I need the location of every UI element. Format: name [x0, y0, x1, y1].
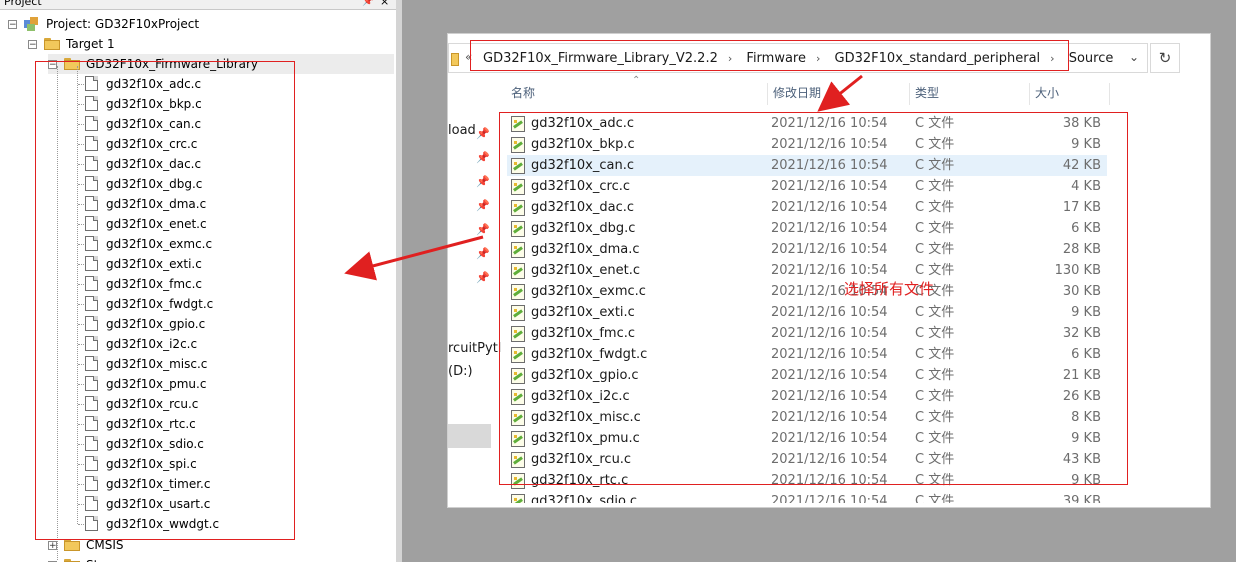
- highlight-box-files: [499, 112, 1128, 485]
- refresh-button[interactable]: ↻: [1150, 43, 1180, 73]
- collapse-icon[interactable]: −: [8, 20, 17, 30]
- cmsis-folder-icon: [64, 539, 80, 551]
- project-panel-header: Project 📌 ×: [0, 0, 396, 10]
- nav-item[interactable]: rcuitPytl: [448, 341, 501, 356]
- project-icon: [22, 16, 40, 32]
- pin-icon[interactable]: 📌: [476, 199, 490, 212]
- file-name: gd32f10x_sdio.c: [531, 494, 637, 503]
- target-folder-icon: [44, 38, 60, 50]
- column-date[interactable]: 修改日期: [773, 81, 821, 106]
- nav-item[interactable]: load: [448, 123, 476, 138]
- nav-selected-item[interactable]: [448, 424, 491, 448]
- folder-icon: [451, 53, 459, 66]
- chevron-down-icon[interactable]: ⌄: [1129, 50, 1139, 64]
- pin-icon[interactable]: 📌: [476, 223, 490, 236]
- project-label: Project: GD32F10xProject: [46, 17, 200, 31]
- pin-icon[interactable]: 📌: [362, 0, 374, 9]
- next-label: St: [86, 555, 98, 562]
- collapse-icon[interactable]: −: [28, 40, 37, 50]
- highlight-box-tree: [35, 61, 295, 540]
- file-row[interactable]: gd32f10x_sdio.c 2021/12/16 10:54 C 文件 39 KB: [507, 491, 1107, 503]
- panel-splitter[interactable]: [396, 0, 402, 562]
- pin-icon[interactable]: 📌: [476, 151, 490, 164]
- column-header: ⌃ 名称 修改日期 类型 大小: [497, 75, 1210, 106]
- project-panel-title: Project: [4, 0, 42, 8]
- highlight-box-path: [470, 40, 1069, 71]
- column-name[interactable]: 名称: [511, 81, 535, 106]
- pin-icon[interactable]: 📌: [476, 247, 490, 260]
- pin-icon[interactable]: 📌: [476, 127, 490, 140]
- file-date: 2021/12/16 10:54: [771, 494, 888, 503]
- c-file-icon: [511, 494, 525, 503]
- navigation-pane: load 📌 📌 📌 📌 📌 📌 📌 rcuitPytl (D:): [448, 79, 501, 507]
- column-type[interactable]: 类型: [915, 81, 939, 106]
- pin-icon[interactable]: 📌: [476, 271, 490, 284]
- file-size: 39 KB: [1062, 494, 1101, 503]
- annotation-text: 选择所有文件: [844, 280, 935, 298]
- nav-item[interactable]: (D:): [448, 364, 473, 379]
- pin-icon[interactable]: 📌: [476, 175, 490, 188]
- expand-icon[interactable]: +: [48, 541, 57, 551]
- column-size[interactable]: 大小: [1035, 81, 1059, 106]
- sort-up-icon: ⌃: [632, 75, 641, 86]
- breadcrumb-item[interactable]: Source: [1069, 51, 1114, 66]
- close-icon[interactable]: ×: [380, 0, 389, 9]
- target-label: Target 1: [66, 37, 115, 51]
- file-type: C 文件: [915, 494, 955, 503]
